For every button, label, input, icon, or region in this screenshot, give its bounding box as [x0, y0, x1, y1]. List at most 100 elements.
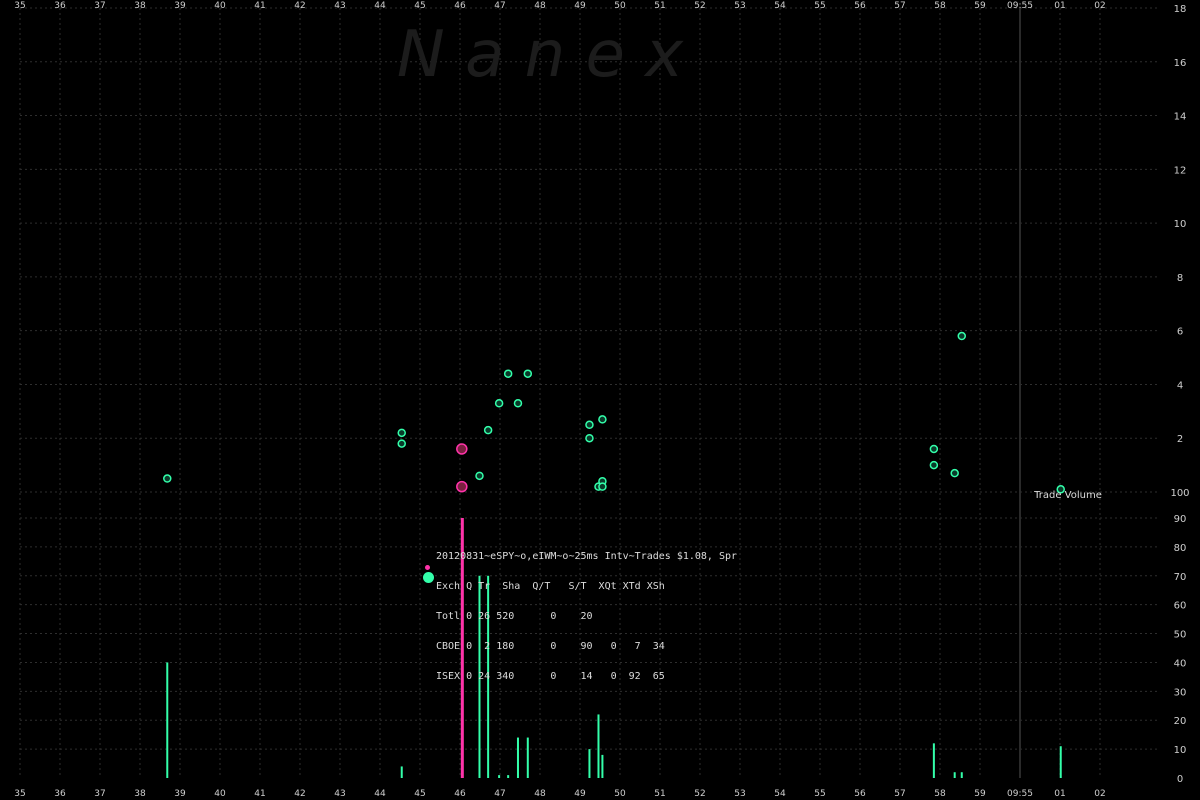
volume-tick-label: 30 [1174, 687, 1187, 698]
x-tick-label-top: 58 [934, 1, 946, 11]
x-tick-label-top: 48 [534, 1, 546, 11]
price-tick-label: 6 [1177, 327, 1183, 338]
volume-bar [166, 662, 169, 778]
x-tick-label-top: 36 [54, 1, 66, 11]
isex-trade-point [598, 415, 607, 424]
x-tick-label-top: 55 [814, 1, 825, 11]
isex-trade-point [397, 428, 406, 438]
volume-bar [400, 766, 403, 778]
summary-row-isex: ISEX 0 24 340 0 14 0 92 65 [436, 671, 665, 682]
isex-trade-point [585, 420, 594, 430]
summary-table: 20120831~eSPY~o,eIWM~o~25ms Intv~Trades … [423, 532, 738, 712]
x-tick-label-bottom: 42 [294, 789, 305, 799]
price-tick-label: 8 [1177, 273, 1183, 284]
x-tick-label-bottom: 55 [814, 789, 825, 799]
x-tick-label-top: 53 [734, 1, 745, 11]
x-tick-label-top: 54 [774, 1, 786, 11]
volume-tick-label: 20 [1174, 716, 1187, 727]
summary-title: 20120831~eSPY~o,eIWM~o~25ms Intv~Trades … [436, 551, 738, 562]
x-tick-label-top: 40 [214, 1, 226, 11]
isex-trade-point [950, 468, 959, 478]
x-tick-label-top: 45 [414, 1, 425, 11]
price-tick-label: 10 [1174, 219, 1187, 230]
x-tick-label-top: 02 [1094, 1, 1105, 11]
trade-points [163, 331, 1065, 494]
x-tick-label-bottom: 09:55 [1007, 789, 1033, 799]
x-tick-label-top: 42 [294, 1, 305, 11]
isex-trade-point [929, 460, 939, 470]
volume-bar [526, 737, 529, 778]
x-tick-label-bottom: 54 [774, 789, 786, 799]
isex-trade-point [397, 439, 406, 448]
summary-row-cboe: CBOE 0 2 180 0 90 0 7 34 [436, 641, 665, 652]
cboe-legend-dot [425, 565, 430, 570]
price-tick-label: 100 [1170, 488, 1189, 499]
x-tick-label-top: 52 [694, 1, 705, 11]
x-tick-label-bottom: 47 [494, 789, 505, 799]
x-tick-label-bottom: 53 [734, 789, 745, 799]
volume-bar [498, 775, 501, 778]
x-tick-label-bottom: 39 [174, 789, 186, 799]
cboe-trade-point [456, 480, 468, 493]
isex-trade-point [598, 482, 607, 491]
x-tick-label-top: 51 [654, 1, 665, 11]
x-tick-label-bottom: 59 [974, 789, 986, 799]
isex-legend-dot [423, 572, 434, 583]
volume-bar [516, 737, 519, 778]
x-tick-label-bottom: 44 [374, 789, 386, 799]
volume-bar [507, 775, 510, 778]
x-tick-label-bottom: 46 [454, 789, 466, 799]
volume-tick-label: 10 [1174, 745, 1187, 756]
volume-bar [1059, 746, 1062, 778]
x-tick-label-bottom: 37 [94, 789, 105, 799]
x-tick-label-top: 01 [1054, 1, 1065, 11]
x-tick-label-top: 09:55 [1007, 1, 1033, 11]
price-tick-label: 2 [1177, 434, 1183, 445]
x-tick-label-bottom: 48 [534, 789, 546, 799]
x-tick-label-bottom: 49 [574, 789, 586, 799]
volume-tick-label: 40 [1174, 658, 1187, 669]
x-tick-label-bottom: 38 [134, 789, 146, 799]
x-tick-label-top: 49 [574, 1, 586, 11]
x-tick-label-top: 38 [134, 1, 146, 11]
volume-tick-label: 80 [1174, 543, 1187, 554]
x-tick-label-bottom: 35 [14, 789, 25, 799]
x-tick-label-bottom: 50 [614, 789, 626, 799]
isex-trade-point [929, 444, 939, 454]
x-tick-label-top: 47 [494, 1, 505, 11]
isex-trade-point [483, 425, 493, 435]
isex-trade-point [494, 399, 504, 408]
isex-trade-point [513, 399, 523, 408]
price-tick-label: 14 [1174, 112, 1187, 123]
x-tick-label-top: 35 [14, 1, 25, 11]
volume-axis-label: Trade Volume [1033, 490, 1102, 501]
x-tick-label-bottom: 40 [214, 789, 226, 799]
x-tick-label-top: 57 [894, 1, 905, 11]
volume-tick-label: 90 [1174, 514, 1187, 525]
isex-trade-point [585, 433, 594, 443]
price-tick-label: 4 [1177, 380, 1183, 391]
x-tick-label-bottom: 52 [694, 789, 705, 799]
volume-bar [953, 772, 956, 778]
isex-trade-point [163, 474, 172, 483]
x-tick-label-bottom: 56 [854, 789, 866, 799]
x-tick-label-top: 37 [94, 1, 105, 11]
volume-bar [597, 714, 600, 778]
isex-trade-point [475, 471, 484, 481]
summary-header: Exch Q Tr Sha Q/T S/T XQt XTd XSh [436, 581, 665, 592]
x-tick-label-top: 41 [254, 1, 265, 11]
volume-bar [601, 754, 604, 778]
x-tick-label-bottom: 43 [334, 789, 345, 799]
x-tick-label-bottom: 36 [54, 789, 66, 799]
x-tick-label-bottom: 51 [654, 789, 665, 799]
volume-bar [588, 749, 591, 778]
x-tick-label-top: 46 [454, 1, 466, 11]
cboe-trade-point [456, 443, 468, 455]
price-tick-label: 12 [1174, 165, 1187, 176]
volume-bar [960, 772, 963, 778]
x-tick-label-top: 59 [974, 1, 986, 11]
x-tick-label-top: 56 [854, 1, 866, 11]
x-tick-label-bottom: 01 [1054, 789, 1065, 799]
x-tick-label-bottom: 57 [894, 789, 905, 799]
volume-tick-label: 50 [1174, 630, 1187, 641]
